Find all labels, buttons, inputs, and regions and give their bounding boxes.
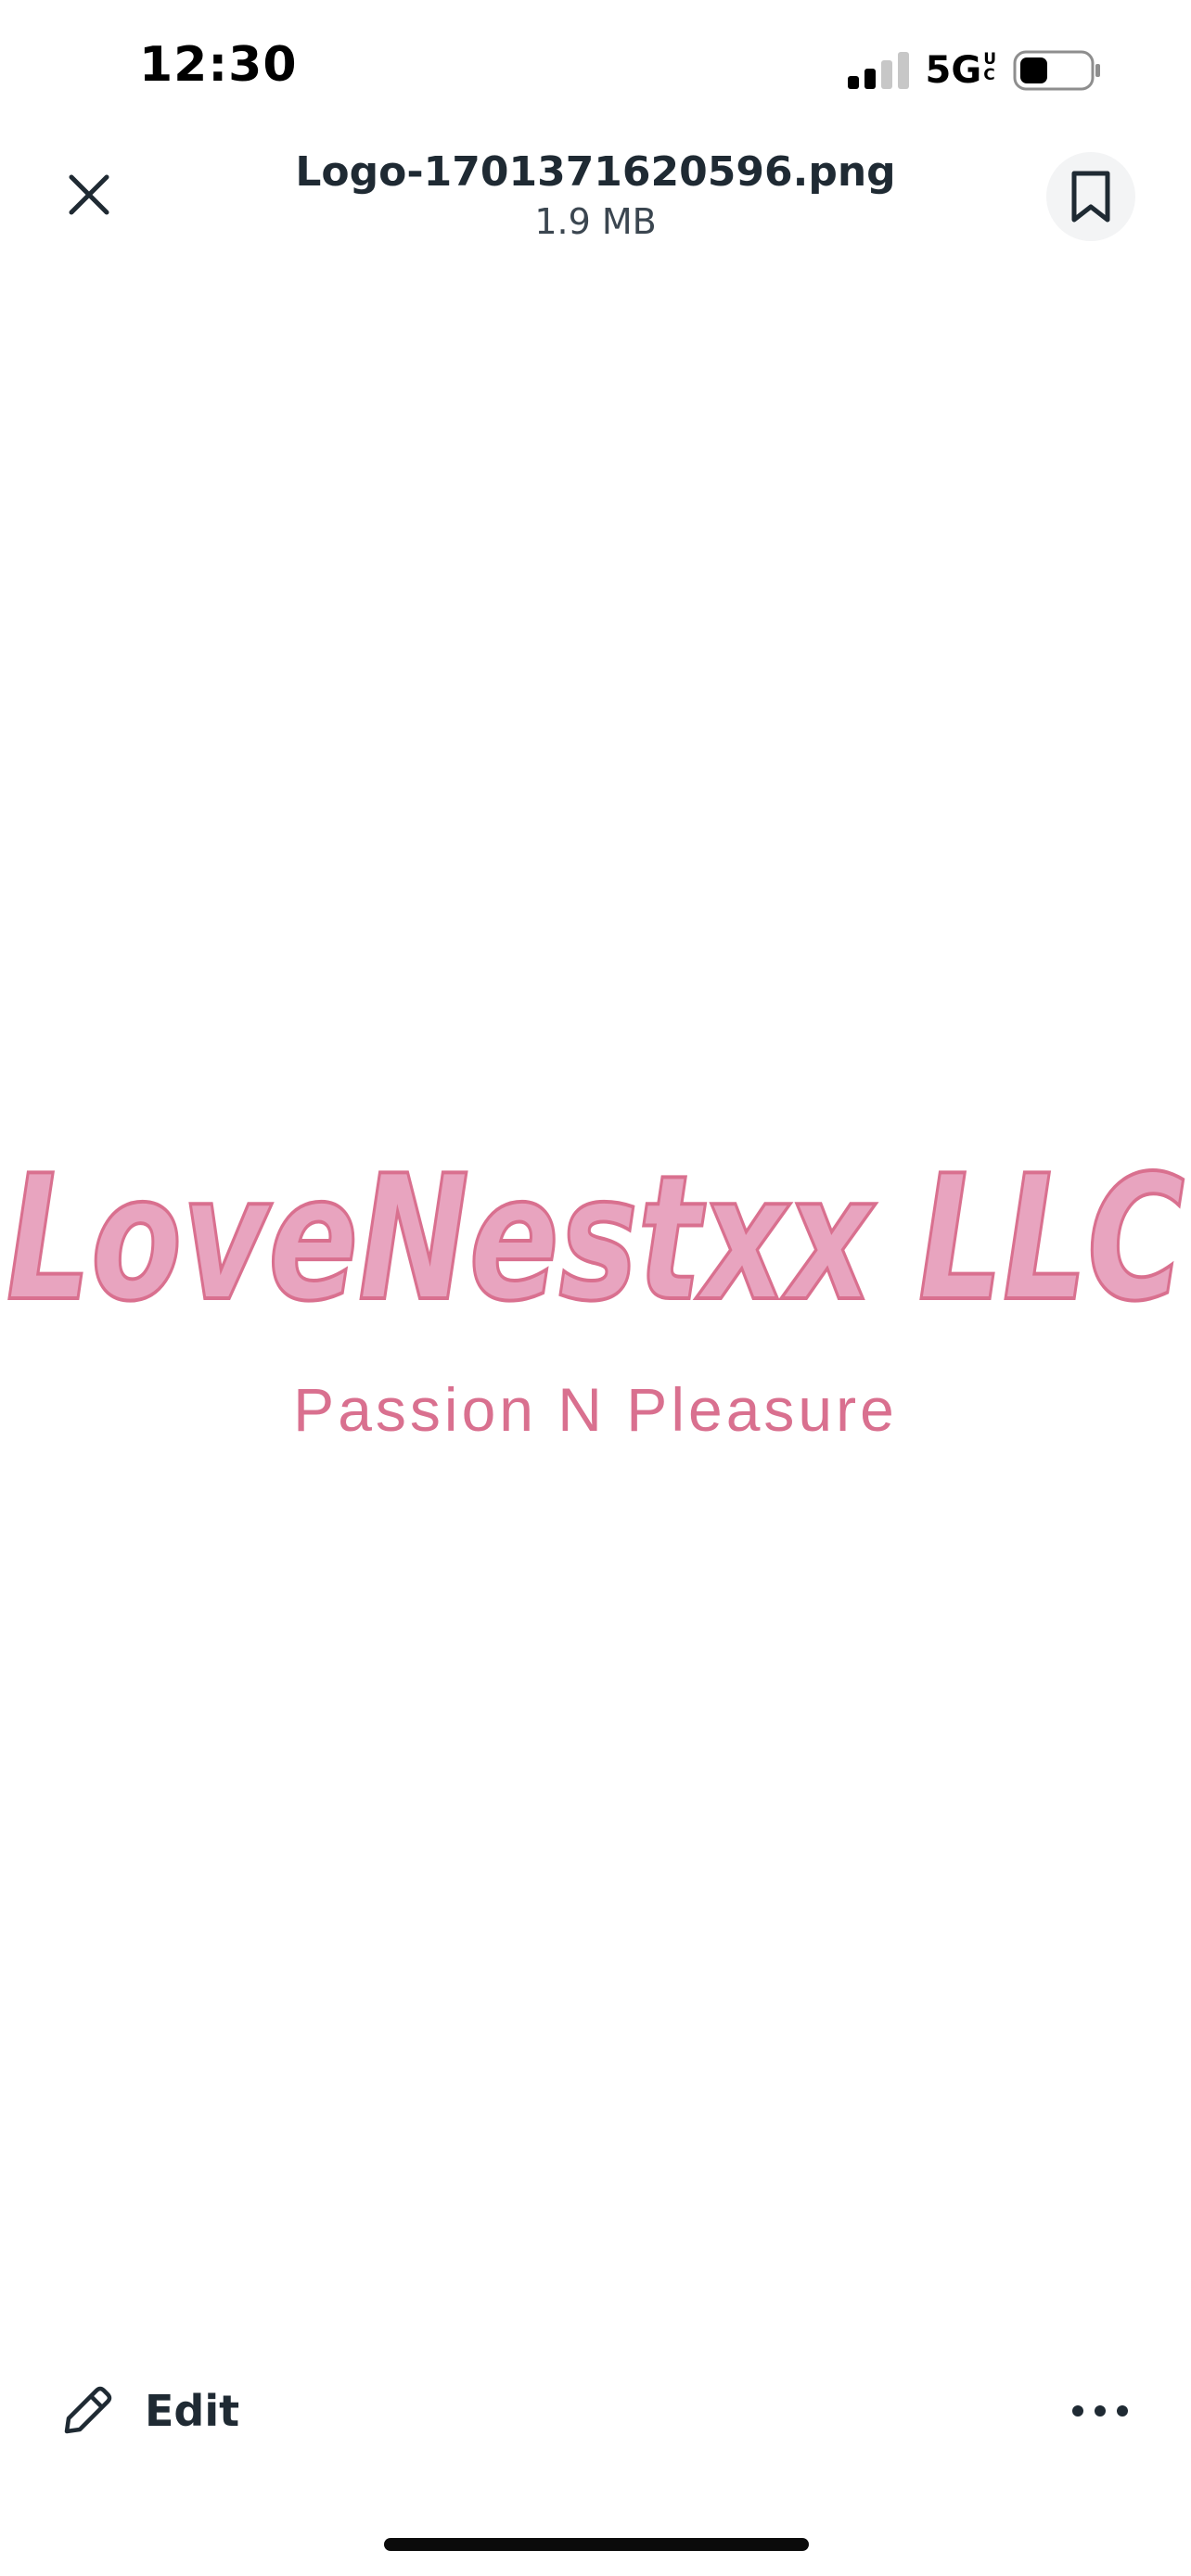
network-sub-bottom: C	[983, 66, 995, 84]
close-icon	[69, 174, 109, 215]
bookmark-icon	[1071, 171, 1110, 223]
home-indicator[interactable]	[384, 2538, 809, 2551]
network-type-sub: U C	[983, 52, 996, 83]
network-type: 5G	[925, 49, 982, 92]
image-preview[interactable]: LoveNestxx LLC Passion N Pleasure	[0, 1141, 1191, 1474]
logo-tagline: Passion N Pleasure	[293, 1375, 898, 1444]
battery-level-fill	[1020, 57, 1047, 83]
status-indicators: 5G U C	[846, 48, 1102, 93]
logo-title: LoveNestxx LLC	[6, 1141, 1185, 1335]
edit-label: Edit	[145, 2386, 240, 2436]
file-name: Logo-1701371620596.png	[295, 148, 896, 196]
file-size: 1.9 MB	[534, 201, 657, 242]
viewer-header: Logo-1701371620596.png 1.9 MB	[0, 139, 1191, 260]
status-time: 12:30	[139, 37, 298, 93]
file-info: Logo-1701371620596.png 1.9 MB	[223, 139, 968, 243]
cellular-signal-icon	[847, 52, 909, 89]
more-options-button[interactable]	[1054, 2374, 1146, 2448]
battery-icon	[1013, 50, 1100, 91]
more-horizontal-icon	[1072, 2405, 1128, 2417]
close-button[interactable]	[50, 156, 128, 234]
status-bar: 12:30 5G U C	[0, 0, 1191, 139]
edit-button[interactable]: Edit	[59, 2355, 239, 2467]
logo-image: LoveNestxx LLC	[5, 1141, 1186, 1335]
pencil-icon	[64, 2386, 112, 2434]
bookmark-button[interactable]	[1046, 152, 1135, 241]
bottom-toolbar: Edit	[0, 2355, 1191, 2467]
